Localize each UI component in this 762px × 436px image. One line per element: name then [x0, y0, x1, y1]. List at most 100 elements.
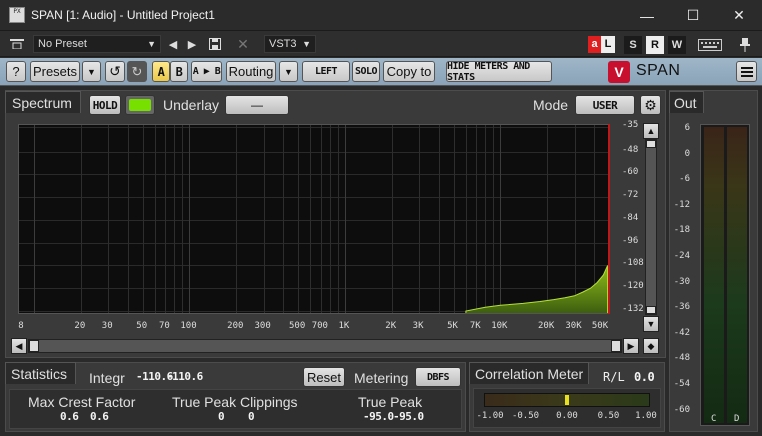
hold-led: [129, 99, 151, 111]
horizontal-scrollbar-track[interactable]: [28, 339, 622, 353]
statistics-tab[interactable]: Statistics: [5, 362, 76, 384]
presets-menu-button[interactable]: ▼: [82, 61, 101, 82]
hide-meters-button[interactable]: HIDE METERS AND STATS: [446, 61, 552, 83]
help-button[interactable]: ?: [6, 61, 26, 82]
spectrum-tab[interactable]: Spectrum: [5, 91, 81, 113]
triangle-up-icon: ▲: [646, 126, 656, 136]
x-tick-label: 200: [227, 321, 244, 331]
horizontal-scroll-thumb-left[interactable]: [29, 340, 39, 352]
out-channel-c: C: [711, 414, 717, 424]
format-value: VST3: [269, 38, 297, 50]
correlation-mode[interactable]: R/L: [603, 370, 625, 384]
chevron-down-icon: ▼: [284, 66, 293, 77]
pin-icon[interactable]: [736, 36, 754, 54]
true-peak-label: True Peak: [358, 394, 423, 410]
x-tick-label: 10K: [491, 321, 508, 331]
out-tab[interactable]: Out: [669, 91, 704, 113]
x-tick-label: 70: [158, 321, 170, 331]
nyquist-marker: [608, 124, 610, 314]
underlay-dropdown[interactable]: —: [225, 95, 289, 115]
reset-zoom-button[interactable]: ◆: [643, 338, 659, 354]
out-title: Out: [674, 95, 697, 111]
out-tick-label: -12: [673, 199, 690, 210]
reset-button[interactable]: Reset: [303, 367, 345, 387]
preset-dropdown[interactable]: No Preset ▼: [33, 35, 161, 53]
correlation-tick-label: -1.00: [476, 411, 504, 421]
window-title: SPAN [1: Audio] - Untitled Project1: [31, 8, 215, 22]
triangle-right-icon: ▶: [627, 340, 635, 351]
next-preset-icon[interactable]: ▶: [183, 35, 201, 53]
integr-label: Integr: [89, 370, 125, 386]
a-to-b-button[interactable]: A ▶ B: [191, 61, 222, 82]
copy-to-button[interactable]: Copy to: [383, 61, 435, 82]
crest-label: Max Crest Factor: [28, 394, 136, 410]
routing-button[interactable]: Routing: [226, 61, 276, 82]
format-dropdown[interactable]: VST3 ▼: [264, 35, 316, 53]
out-tick-label: -30: [673, 276, 690, 287]
x-tick-label: 20: [74, 321, 86, 331]
scroll-down-button[interactable]: ▼: [643, 316, 659, 332]
y-tick-label: -35: [622, 120, 639, 130]
x-tick-label: 100: [180, 321, 197, 331]
out-tick-label: -42: [673, 327, 690, 338]
out-tick-label: -36: [673, 302, 690, 313]
host-toolbar: No Preset ▼ ◀ ▶ ✕ VST3 ▼ a L S R W: [0, 31, 762, 57]
delete-icon[interactable]: ✕: [234, 35, 252, 53]
crest-left-value: 0.6: [60, 410, 79, 423]
audio-badge-l: L: [601, 36, 615, 53]
menu-icon[interactable]: [6, 35, 28, 53]
hold-button[interactable]: HOLD: [89, 95, 121, 115]
y-tick-label: -132: [622, 304, 644, 314]
x-tick-label: 5K: [447, 321, 458, 331]
y-tick-label: -108: [622, 258, 644, 269]
audio-io-badge[interactable]: a L: [588, 36, 618, 53]
correlation-tab[interactable]: Correlation Meter: [469, 362, 589, 384]
horizontal-scroll-thumb-right[interactable]: [611, 340, 621, 352]
routing-menu-button[interactable]: ▼: [279, 61, 298, 82]
w-button[interactable]: W: [668, 36, 686, 54]
metering-dropdown[interactable]: DBFS: [415, 367, 461, 387]
x-tick-label: 1K: [338, 321, 350, 331]
spectrum-plot[interactable]: [18, 124, 610, 314]
close-button[interactable]: ✕: [716, 0, 762, 31]
correlation-tick-label: -0.50: [511, 411, 540, 421]
presets-button[interactable]: Presets: [30, 61, 80, 82]
mode-dropdown[interactable]: USER: [575, 95, 635, 115]
s-button[interactable]: S: [624, 36, 642, 54]
b-button[interactable]: B: [170, 61, 188, 82]
out-tick-label: -48: [673, 353, 690, 364]
diamond-icon: ◆: [647, 340, 655, 351]
maximize-button[interactable]: ☐: [670, 0, 716, 31]
scroll-up-button[interactable]: ▲: [643, 123, 659, 139]
vertical-scrollbar-track[interactable]: [645, 139, 657, 315]
r-button[interactable]: R: [646, 36, 664, 54]
minimize-button[interactable]: —: [624, 0, 670, 31]
triangle-left-icon: ◀: [15, 340, 23, 351]
hold-toggle[interactable]: [125, 95, 155, 115]
audio-badge-a: a: [588, 36, 601, 53]
plugin-toolbar: ? Presets ▼ ↺ ↻ A B A ▶ B Routing ▼ LEFT…: [0, 58, 762, 86]
vertical-scroll-thumb-bottom[interactable]: [646, 306, 656, 314]
save-icon[interactable]: [206, 35, 224, 53]
solo-button[interactable]: SOLO: [352, 61, 380, 82]
left-button[interactable]: LEFT: [302, 61, 350, 82]
main-menu-icon[interactable]: [736, 61, 757, 82]
spectrum-title: Spectrum: [12, 95, 72, 111]
triangle-down-icon: ▼: [646, 319, 656, 329]
a-button[interactable]: A: [152, 61, 170, 82]
app-icon: PX: [9, 7, 25, 23]
settings-gear-icon[interactable]: ⚙: [640, 95, 661, 115]
spectrum-svg: [465, 265, 609, 313]
scroll-left-button[interactable]: ◀: [11, 338, 27, 354]
scroll-right-button[interactable]: ▶: [623, 338, 639, 354]
x-tick-label: 500: [288, 321, 306, 331]
chevron-down-icon: ▼: [302, 39, 311, 49]
undo-icon[interactable]: ↺: [105, 61, 125, 82]
prev-preset-icon[interactable]: ◀: [164, 35, 182, 53]
spectrum-area: [465, 265, 609, 313]
y-tick-label: -48: [622, 144, 639, 155]
redo-icon[interactable]: ↻: [127, 61, 147, 82]
out-tick-label: -24: [673, 251, 690, 261]
keyboard-icon[interactable]: [695, 36, 725, 54]
vertical-scroll-thumb-top[interactable]: [646, 140, 656, 148]
